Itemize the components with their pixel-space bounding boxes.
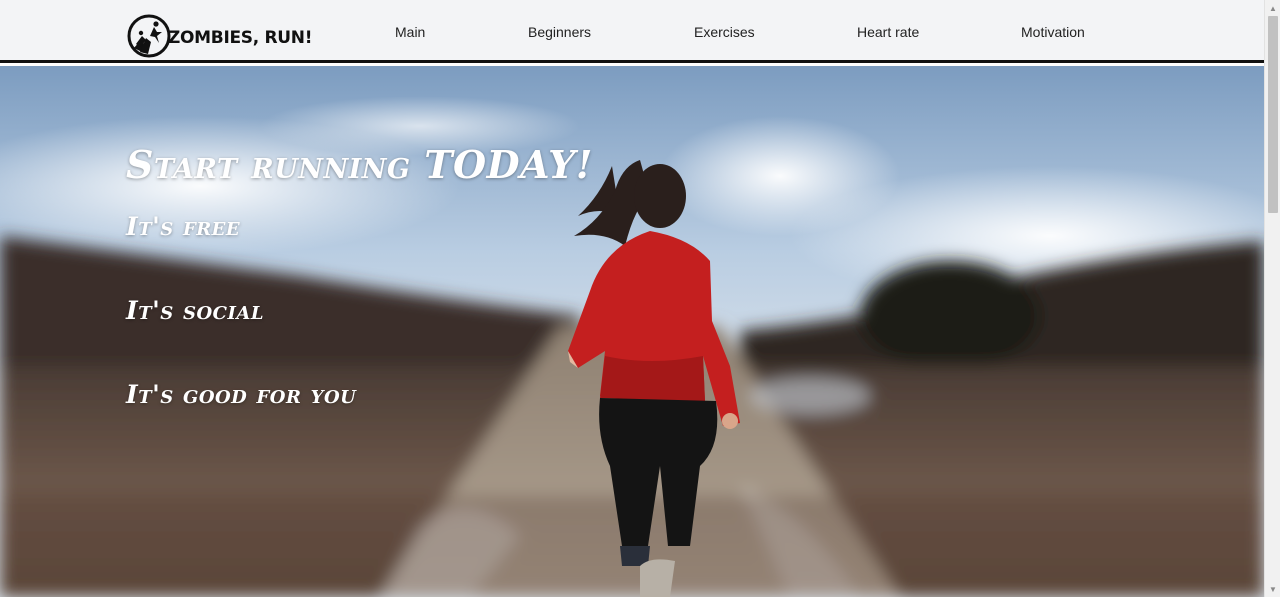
nav-item-main[interactable]: Main [395,24,425,40]
hero-banner: Start running TODAY! It's free It's soci… [0,66,1264,597]
page: ZOMBIES, RUN! Main Beginners Exercises H… [0,0,1264,597]
scroll-down-arrow-icon[interactable]: ▼ [1265,581,1280,597]
hero-line-social: It's social [126,296,264,325]
hero-line-free: It's free [126,212,241,241]
nav-item-exercises[interactable]: Exercises [694,24,755,40]
brand-logo[interactable]: ZOMBIES, RUN! [126,12,312,60]
zombie-runner-icon [127,14,171,58]
nav-item-heart-rate[interactable]: Heart rate [857,24,919,40]
brand-name: ZOMBIES, RUN! [168,28,313,48]
scroll-up-arrow-icon[interactable]: ▲ [1265,0,1280,16]
scrollbar-thumb[interactable] [1268,16,1278,213]
nav-item-motivation[interactable]: Motivation [1021,24,1085,40]
vertical-scrollbar[interactable]: ▲ ▼ [1264,0,1280,597]
hero-line-good-for-you: It's good for you [126,380,357,409]
site-header: ZOMBIES, RUN! Main Beginners Exercises H… [0,0,1264,63]
hero-title: Start running TODAY! [126,142,593,187]
nav-item-beginners[interactable]: Beginners [528,24,591,40]
